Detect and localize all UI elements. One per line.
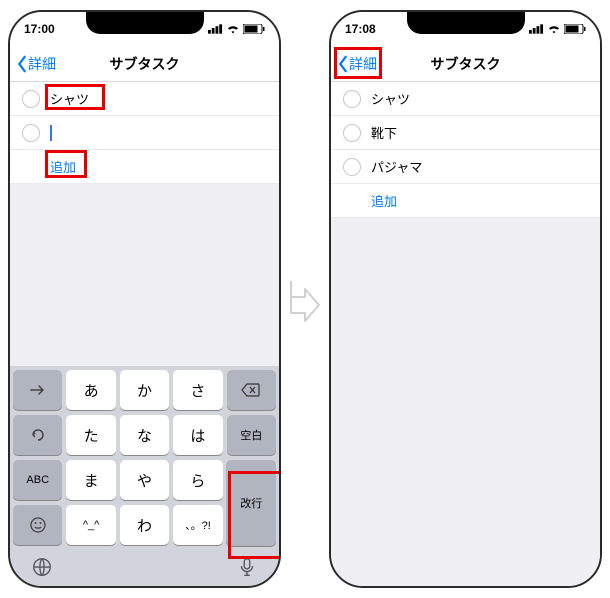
key-na[interactable]: な xyxy=(120,415,169,455)
back-label: 詳細 xyxy=(28,54,56,74)
arrow-right-icon xyxy=(29,384,47,396)
nav-bar: 詳細 サブタスク xyxy=(331,46,600,82)
task-label: パジャマ xyxy=(371,157,588,176)
key-ma[interactable]: ま xyxy=(66,460,115,500)
battery-icon xyxy=(564,24,586,34)
task-row[interactable]: シャツ xyxy=(331,82,600,116)
task-list: シャツ 靴下 パジャマ 追加 xyxy=(331,82,600,218)
key-abc[interactable]: ABC xyxy=(13,460,62,500)
chevron-left-icon xyxy=(337,55,349,73)
back-button[interactable]: 詳細 xyxy=(16,54,56,74)
nav-bar: 詳細 サブタスク xyxy=(10,46,279,82)
mic-icon[interactable] xyxy=(236,556,258,578)
back-button[interactable]: 詳細 xyxy=(337,54,377,74)
globe-icon[interactable] xyxy=(31,556,53,578)
empty-area xyxy=(331,218,600,586)
key-sa[interactable]: さ xyxy=(173,370,222,410)
key-ka[interactable]: か xyxy=(120,370,169,410)
task-label: シャツ xyxy=(371,89,588,108)
add-label: 追加 xyxy=(50,157,76,176)
phone-right: 17:08 詳細 サブタスク シャツ 靴下 xyxy=(329,10,602,588)
notch xyxy=(407,12,525,34)
task-label: 靴下 xyxy=(371,123,588,142)
add-button[interactable]: 追加 xyxy=(331,184,600,218)
key-emoji[interactable] xyxy=(13,505,62,545)
transition-arrow-icon xyxy=(287,271,323,328)
key-a[interactable]: あ xyxy=(66,370,115,410)
task-row[interactable]: 靴下 xyxy=(331,116,600,150)
key-return[interactable]: 改行 xyxy=(226,460,276,546)
status-indicators xyxy=(529,24,586,34)
key-ya[interactable]: や xyxy=(120,460,169,500)
back-label: 詳細 xyxy=(349,54,377,74)
signal-icon xyxy=(208,24,223,34)
checkbox-icon[interactable] xyxy=(343,158,361,176)
key-space[interactable]: 空白 xyxy=(227,415,276,455)
empty-area xyxy=(10,184,279,366)
nav-title: サブタスク xyxy=(110,54,180,74)
task-list: シャツ 追加 xyxy=(10,82,279,184)
checkbox-icon[interactable] xyxy=(343,124,361,142)
notch xyxy=(86,12,204,34)
checkbox-icon[interactable] xyxy=(22,124,40,142)
key-ha[interactable]: は xyxy=(173,415,222,455)
key-ra[interactable]: ら xyxy=(173,460,222,500)
backspace-icon xyxy=(241,383,261,397)
wifi-icon xyxy=(547,24,561,34)
key-kaomoji[interactable]: ^_^ xyxy=(66,505,115,545)
chevron-left-icon xyxy=(16,55,28,73)
smiley-icon xyxy=(29,516,47,534)
keyboard-toolbar xyxy=(13,550,276,586)
key-ta[interactable]: た xyxy=(66,415,115,455)
checkbox-icon[interactable] xyxy=(22,90,40,108)
task-row[interactable]: パジャマ xyxy=(331,150,600,184)
key-backspace[interactable] xyxy=(227,370,276,410)
add-button[interactable]: 追加 xyxy=(10,150,279,184)
status-time: 17:08 xyxy=(345,22,376,36)
checkbox-icon[interactable] xyxy=(343,90,361,108)
key-wa[interactable]: わ xyxy=(120,505,169,545)
task-label: シャツ xyxy=(50,89,267,108)
undo-icon xyxy=(30,427,46,443)
phone-left: 17:00 詳細 サブタスク シャツ xyxy=(8,10,281,588)
wifi-icon xyxy=(226,24,240,34)
battery-icon xyxy=(243,24,265,34)
key-punct[interactable]: 、。?! xyxy=(173,505,222,545)
key-undo[interactable] xyxy=(13,415,62,455)
nav-title: サブタスク xyxy=(431,54,501,74)
task-input-row[interactable] xyxy=(10,116,279,150)
keyboard: あ か さ た な は 空白 ABC ま や ら 改行 xyxy=(10,366,279,586)
key-arrow[interactable] xyxy=(13,370,62,410)
status-indicators xyxy=(208,24,265,34)
add-label: 追加 xyxy=(371,191,397,210)
task-row[interactable]: シャツ xyxy=(10,82,279,116)
status-time: 17:00 xyxy=(24,22,55,36)
new-task-input[interactable] xyxy=(52,125,268,140)
signal-icon xyxy=(529,24,544,34)
